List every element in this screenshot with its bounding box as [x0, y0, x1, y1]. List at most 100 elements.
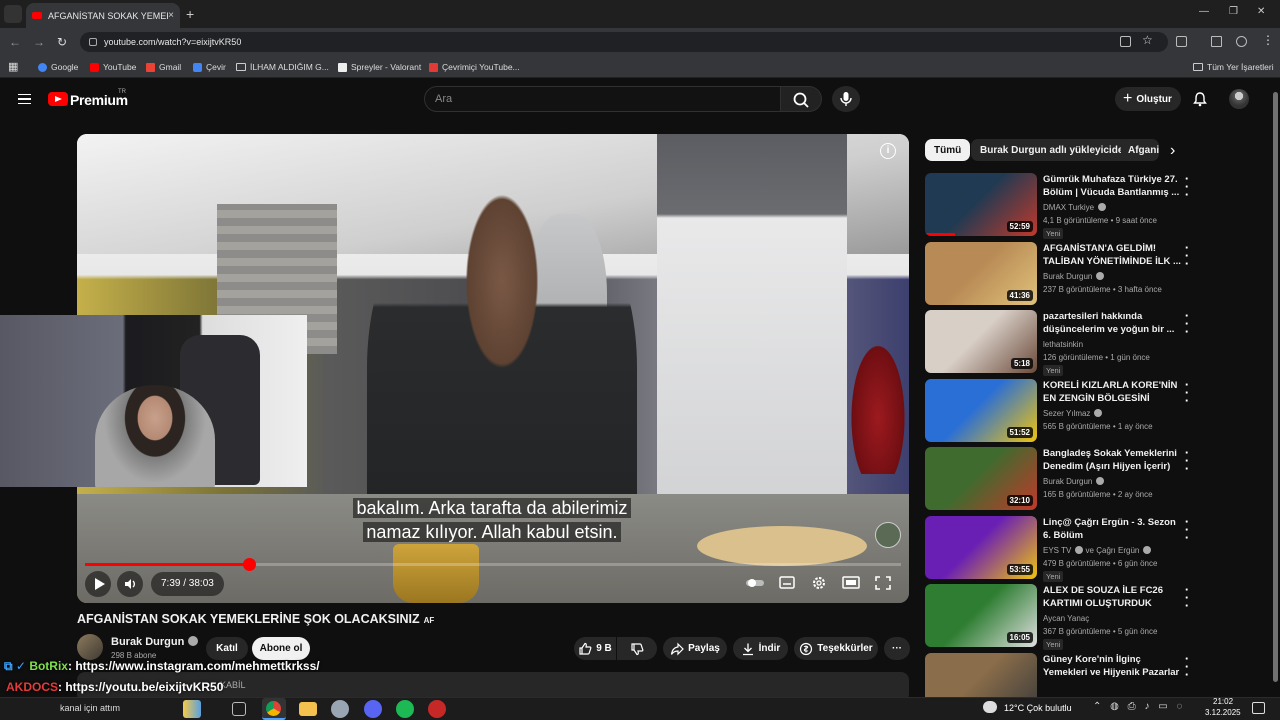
create-button[interactable]: + Oluştur	[1115, 87, 1181, 111]
recommended-channel[interactable]: Sezer Yılmaz	[1043, 409, 1103, 418]
chip-from-uploader[interactable]: Burak Durgun adlı yükleyiciden	[971, 139, 1139, 161]
profile-icon[interactable]	[1236, 36, 1247, 47]
obs-icon[interactable]	[428, 700, 446, 718]
more-options-icon[interactable]: · · ·	[1183, 309, 1191, 338]
video-thumbnail[interactable]: 16:05	[925, 584, 1037, 647]
recommended-video-title[interactable]: AFGANİSTAN'A GELDİM! TALİBAN YÖNETİMİNDE…	[1043, 242, 1183, 268]
account-avatar[interactable]	[1229, 89, 1249, 109]
more-options-icon[interactable]: · · ·	[1183, 241, 1191, 270]
recommended-video[interactable]: 51:52 KORELİ KIZLARLA KORE'NİN EN ZENGİN …	[925, 378, 1255, 443]
more-actions-button[interactable]: ···	[884, 637, 910, 660]
more-options-icon[interactable]: · · ·	[1183, 583, 1191, 612]
copilot-icon[interactable]	[183, 700, 201, 718]
play-button[interactable]	[85, 571, 111, 597]
site-info-icon[interactable]	[89, 38, 97, 46]
scrubber-handle[interactable]	[243, 558, 257, 571]
reload-icon[interactable]: ↻	[57, 35, 67, 49]
task-view-icon[interactable]	[232, 702, 246, 716]
notifications-button[interactable]	[1192, 91, 1208, 107]
more-options-icon[interactable]: · · ·	[1183, 515, 1191, 544]
browser-menu-icon[interactable]: ⋮	[1262, 33, 1274, 47]
video-thumbnail[interactable]: 5:18	[925, 310, 1037, 373]
bookmark-star-icon[interactable]: ☆	[1142, 33, 1153, 47]
bookmark-online-youtube[interactable]: Çevrimiçi YouTube...	[429, 62, 520, 72]
chrome-taskbar-button[interactable]	[262, 698, 286, 720]
thanks-button[interactable]: Teşekkürler	[794, 637, 878, 660]
all-bookmarks[interactable]: Tüm Yer İşaretleri	[1193, 62, 1274, 72]
video-thumbnail[interactable]: 53:55	[925, 516, 1037, 579]
weather-widget[interactable]: 12°C Çok bulutlu	[1004, 703, 1072, 713]
info-icon[interactable]: i	[880, 143, 896, 159]
youtube-logo-icon[interactable]	[48, 92, 68, 106]
share-button[interactable]: Paylaş	[663, 637, 727, 660]
video-thumbnail[interactable]: 52:59	[925, 173, 1037, 236]
file-explorer-icon[interactable]	[299, 702, 317, 716]
chevron-right-icon[interactable]: ›	[1170, 142, 1175, 160]
bookmark-folder-ilham[interactable]: İLHAM ALDIĞIM G...	[236, 62, 329, 72]
recommended-channel[interactable]: Aycan Yanaç	[1043, 614, 1089, 623]
recommended-video-title[interactable]: Güney Kore'nin İlginç Yemekleri ve Hijye…	[1043, 653, 1183, 679]
recommended-channel[interactable]: DMAX Turkiye	[1043, 203, 1107, 212]
notification-center-icon[interactable]	[1252, 702, 1265, 714]
voice-search-button[interactable]	[832, 86, 860, 112]
recommended-video-title[interactable]: KORELİ KIZLARLA KORE'NİN EN ZENGİN BÖLGE…	[1043, 379, 1183, 405]
chip-afghanistan[interactable]: Afgani	[1121, 139, 1159, 161]
autoplay-toggle[interactable]	[745, 574, 765, 592]
more-options-icon[interactable]: · · ·	[1183, 446, 1191, 475]
video-thumbnail[interactable]: 41:36	[925, 242, 1037, 305]
spotify-icon[interactable]	[396, 700, 414, 718]
hamburger-menu-icon[interactable]	[18, 94, 31, 104]
recommended-video[interactable]: 5:18 pazartesileri hakkında düşüncelerim …	[925, 309, 1255, 376]
restore-button[interactable]: ❐	[1229, 6, 1238, 17]
search-input[interactable]: Ara	[424, 86, 781, 112]
new-tab-button[interactable]: +	[186, 6, 194, 22]
clock-date[interactable]: 3.12.2025	[1205, 708, 1241, 717]
bookmark-gmail[interactable]: Gmail	[146, 62, 181, 72]
recommended-video-title[interactable]: pazartesileri hakkında düşüncelerim ve y…	[1043, 310, 1183, 336]
back-arrow-icon[interactable]: ←	[9, 35, 21, 49]
extensions-icon[interactable]	[1176, 36, 1187, 47]
recommended-channel[interactable]: lethatsinkin	[1043, 340, 1083, 349]
bookmark-valorant[interactable]: Spreyler - Valorant	[338, 62, 421, 72]
chip-all[interactable]: Tümü	[925, 139, 971, 161]
download-button[interactable]: İndir	[733, 637, 788, 660]
recommended-video-title[interactable]: ALEX DE SOUZA İLE FC26 KARTIMI OLUŞTURDU…	[1043, 584, 1183, 610]
tab-search-button[interactable]	[4, 5, 22, 23]
url-bar[interactable]: youtube.com/watch?v=eixijtvKR50	[80, 32, 1168, 52]
bookmark-translate[interactable]: Çevir	[193, 62, 226, 72]
apps-grid-icon[interactable]: ▦	[8, 60, 18, 73]
search-button[interactable]	[781, 86, 822, 112]
channel-watermark[interactable]	[875, 522, 901, 548]
minimize-button[interactable]: —	[1199, 6, 1209, 17]
more-options-icon[interactable]: · · ·	[1183, 378, 1191, 407]
recommended-video[interactable]: 16:05 ALEX DE SOUZA İLE FC26 KARTIMI OLUŞ…	[925, 583, 1255, 650]
video-thumbnail[interactable]: 51:52	[925, 379, 1037, 442]
recommended-video-title[interactable]: Linç@ Çağrı Ergün - 3. Sezon 6. Bölüm	[1043, 516, 1183, 542]
volume-button[interactable]	[117, 571, 143, 597]
recommended-video-title[interactable]: Gümrük Muhafaza Türkiye 27. Bölüm | Vücu…	[1043, 173, 1183, 199]
like-button[interactable]: 9 B	[574, 637, 616, 660]
recommended-video[interactable]: 32:10 Bangladeş Sokak Yemeklerini Denedim…	[925, 446, 1255, 511]
settings-button[interactable]	[809, 574, 829, 592]
channel-avatar[interactable]	[77, 634, 103, 660]
dislike-button[interactable]	[617, 637, 657, 660]
more-options-icon[interactable]: · · ·	[1183, 172, 1191, 201]
channel-name[interactable]: Burak Durgun	[111, 636, 199, 648]
recommended-channel[interactable]: EYS TV ve Çağrı Ergün	[1043, 546, 1152, 555]
fullscreen-button[interactable]	[873, 574, 893, 592]
close-window-button[interactable]: ✕	[1257, 6, 1265, 17]
recommended-video-title[interactable]: Bangladeş Sokak Yemeklerini Denedim (Aşı…	[1043, 447, 1183, 473]
bookmark-youtube[interactable]: YouTube	[90, 62, 136, 72]
steam-icon[interactable]	[331, 700, 349, 718]
recommended-channel[interactable]: Burak Durgun	[1043, 272, 1105, 281]
more-options-icon[interactable]: · · ·	[1183, 652, 1191, 681]
subscribe-button[interactable]: Abone ol	[252, 637, 310, 660]
bookmark-google[interactable]: Google	[38, 62, 78, 72]
cast-icon[interactable]	[1120, 36, 1131, 47]
recommended-video[interactable]: 53:55 Linç@ Çağrı Ergün - 3. Sezon 6. Böl…	[925, 515, 1255, 582]
theater-mode-button[interactable]	[841, 574, 861, 592]
video-thumbnail[interactable]: 32:10	[925, 447, 1037, 510]
page-scrollbar[interactable]	[1273, 92, 1278, 682]
forward-arrow-icon[interactable]: →	[33, 35, 45, 49]
recommended-video[interactable]: 41:36 AFGANİSTAN'A GELDİM! TALİBAN YÖNETİ…	[925, 241, 1255, 306]
